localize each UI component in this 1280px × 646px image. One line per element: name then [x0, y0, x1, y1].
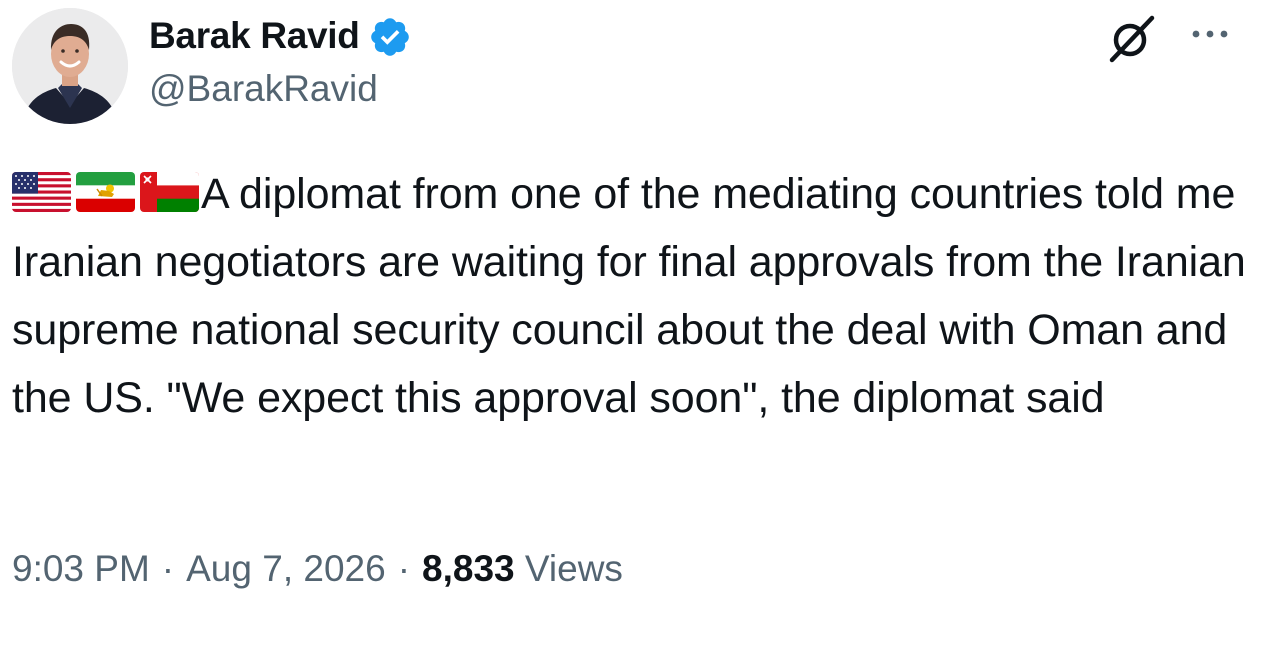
- meta-separator: ·: [161, 548, 175, 589]
- us-flag-icon: [12, 172, 71, 212]
- tweet-card: Barak Ravid @BarakRavid A diplomat from …: [0, 0, 1280, 646]
- author-handle[interactable]: @BarakRavid: [149, 68, 378, 110]
- tweet-meta: 9:03 PM · Aug 7, 2026 · 8,833 Views: [12, 548, 623, 590]
- author-name-row: Barak Ravid: [149, 12, 412, 59]
- author-display-name[interactable]: Barak Ravid: [149, 15, 360, 57]
- verified-badge-icon[interactable]: [368, 12, 412, 59]
- views-label: Views: [524, 548, 623, 589]
- views-count: 8,833: [422, 548, 515, 589]
- tweet-time[interactable]: 9:03 PM: [12, 548, 150, 590]
- meta-separator: ·: [397, 548, 411, 589]
- avatar-image: [12, 8, 128, 124]
- oman-flag-icon: [140, 172, 199, 212]
- views-stat[interactable]: 8,833 Views: [422, 548, 623, 590]
- tweet-text: A diplomat from one of the mediating cou…: [12, 160, 1262, 432]
- more-options-icon[interactable]: [1182, 14, 1238, 54]
- grok-icon[interactable]: [1104, 10, 1160, 66]
- flag-emojis: [12, 172, 199, 212]
- tweet-date[interactable]: Aug 7, 2026: [186, 548, 386, 590]
- avatar[interactable]: [12, 8, 128, 124]
- iran-lion-sun-flag-icon: [76, 172, 135, 212]
